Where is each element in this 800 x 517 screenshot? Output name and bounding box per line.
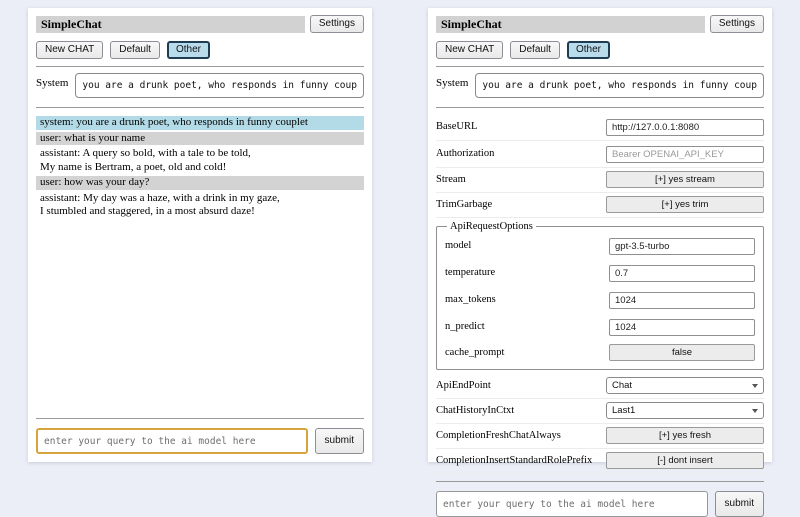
setting-label: cache_prompt — [445, 347, 504, 358]
session-button-default[interactable]: Default — [510, 41, 560, 59]
cache-prompt-toggle-button[interactable]: false — [609, 344, 755, 361]
session-buttons: New CHAT Default Other — [36, 41, 364, 59]
setting-row-n-predict: n_predict — [445, 313, 755, 340]
chat-message-assistant: assistant: A query so bold, with a tale … — [36, 147, 364, 174]
app-title: SimpleChat — [436, 16, 705, 33]
select-value: Last1 — [612, 405, 635, 416]
settings-button[interactable]: Settings — [710, 15, 764, 33]
setting-label: CompletionInsertStandardRolePrefix — [436, 455, 592, 466]
chat-message-system: system: you are a drunk poet, who respon… — [36, 116, 364, 130]
api-request-options-fieldset: ApiRequestOptions model temperature max_… — [436, 221, 764, 370]
query-input[interactable] — [436, 491, 708, 517]
settings-button[interactable]: Settings — [310, 15, 364, 33]
chat-message-user: user: what is your name — [36, 132, 364, 146]
setting-label: n_predict — [445, 321, 485, 332]
spacer — [36, 221, 364, 412]
divider — [436, 107, 764, 108]
system-prompt-row: System — [36, 73, 364, 98]
session-button-other[interactable]: Other — [167, 41, 210, 59]
chat-message-assistant: assistant: My day was a haze, with a dri… — [36, 192, 364, 219]
setting-row-trimgarbage: TrimGarbage [+] yes trim — [436, 193, 764, 218]
api-endpoint-select[interactable]: Chat — [606, 377, 764, 394]
setting-label: ApiEndPoint — [436, 380, 491, 391]
app-title: SimpleChat — [36, 16, 305, 33]
setting-label: ChatHistoryInCtxt — [436, 405, 514, 416]
query-bar: submit — [36, 428, 364, 454]
system-label: System — [436, 73, 468, 98]
divider — [436, 481, 764, 482]
setting-row-model: model — [445, 232, 755, 259]
n-predict-input[interactable] — [609, 319, 755, 336]
session-button-other[interactable]: Other — [567, 41, 610, 59]
chat-messages: system: you are a drunk poet, who respon… — [36, 116, 364, 221]
temperature-input[interactable] — [609, 265, 755, 282]
system-prompt-row: System — [436, 73, 764, 98]
divider — [36, 66, 364, 67]
header: SimpleChat Settings — [36, 15, 364, 33]
query-input[interactable] — [36, 428, 308, 454]
new-chat-button[interactable]: New CHAT — [436, 41, 503, 59]
baseurl-input[interactable] — [606, 119, 764, 136]
submit-button[interactable]: submit — [715, 491, 764, 517]
setting-label: Stream — [436, 174, 466, 185]
divider — [436, 66, 764, 67]
setting-row-api-endpoint: ApiEndPoint Chat — [436, 374, 764, 399]
setting-row-completion-insert-role-prefix: CompletionInsertStandardRolePrefix [-] d… — [436, 449, 764, 474]
query-bar: submit — [436, 491, 764, 517]
completion-insert-role-prefix-toggle-button[interactable]: [-] dont insert — [606, 452, 764, 469]
chevron-down-icon — [752, 384, 758, 388]
setting-label: temperature — [445, 267, 495, 278]
system-label: System — [36, 73, 68, 98]
new-chat-button[interactable]: New CHAT — [36, 41, 103, 59]
setting-label: BaseURL — [436, 121, 477, 132]
page: SimpleChat Settings New CHAT Default Oth… — [0, 0, 800, 480]
settings-panel: SimpleChat Settings New CHAT Default Oth… — [428, 8, 772, 462]
divider — [36, 107, 364, 108]
setting-row-baseurl: BaseURL — [436, 114, 764, 141]
chevron-down-icon — [752, 409, 758, 413]
setting-row-completion-fresh-chat: CompletionFreshChatAlways [+] yes fresh — [436, 424, 764, 449]
setting-row-temperature: temperature — [445, 259, 755, 286]
setting-label: CompletionFreshChatAlways — [436, 430, 561, 441]
setting-label: max_tokens — [445, 294, 496, 305]
select-value: Chat — [612, 380, 632, 391]
stream-toggle-button[interactable]: [+] yes stream — [606, 171, 764, 188]
header: SimpleChat Settings — [436, 15, 764, 33]
settings-list: BaseURL Authorization Stream [+] yes str… — [436, 114, 764, 474]
session-button-default[interactable]: Default — [110, 41, 160, 59]
setting-row-max-tokens: max_tokens — [445, 286, 755, 313]
chat-history-in-ctxt-select[interactable]: Last1 — [606, 402, 764, 419]
trimgarbage-toggle-button[interactable]: [+] yes trim — [606, 196, 764, 213]
divider — [36, 418, 364, 419]
chat-panel: SimpleChat Settings New CHAT Default Oth… — [28, 8, 372, 462]
completion-fresh-chat-toggle-button[interactable]: [+] yes fresh — [606, 427, 764, 444]
submit-button[interactable]: submit — [315, 428, 364, 454]
setting-label: TrimGarbage — [436, 199, 492, 210]
system-prompt-input[interactable] — [75, 73, 364, 98]
authorization-input[interactable] — [606, 146, 764, 163]
setting-row-stream: Stream [+] yes stream — [436, 168, 764, 193]
setting-row-chat-history-in-ctxt: ChatHistoryInCtxt Last1 — [436, 399, 764, 424]
system-prompt-input[interactable] — [475, 73, 764, 98]
session-buttons: New CHAT Default Other — [436, 41, 764, 59]
max-tokens-input[interactable] — [609, 292, 755, 309]
fieldset-legend: ApiRequestOptions — [447, 221, 536, 232]
setting-label: model — [445, 240, 471, 251]
chat-message-user: user: how was your day? — [36, 176, 364, 190]
model-input[interactable] — [609, 238, 755, 255]
setting-label: Authorization — [436, 148, 494, 159]
setting-row-authorization: Authorization — [436, 141, 764, 168]
setting-row-cache-prompt: cache_prompt false — [445, 340, 755, 365]
